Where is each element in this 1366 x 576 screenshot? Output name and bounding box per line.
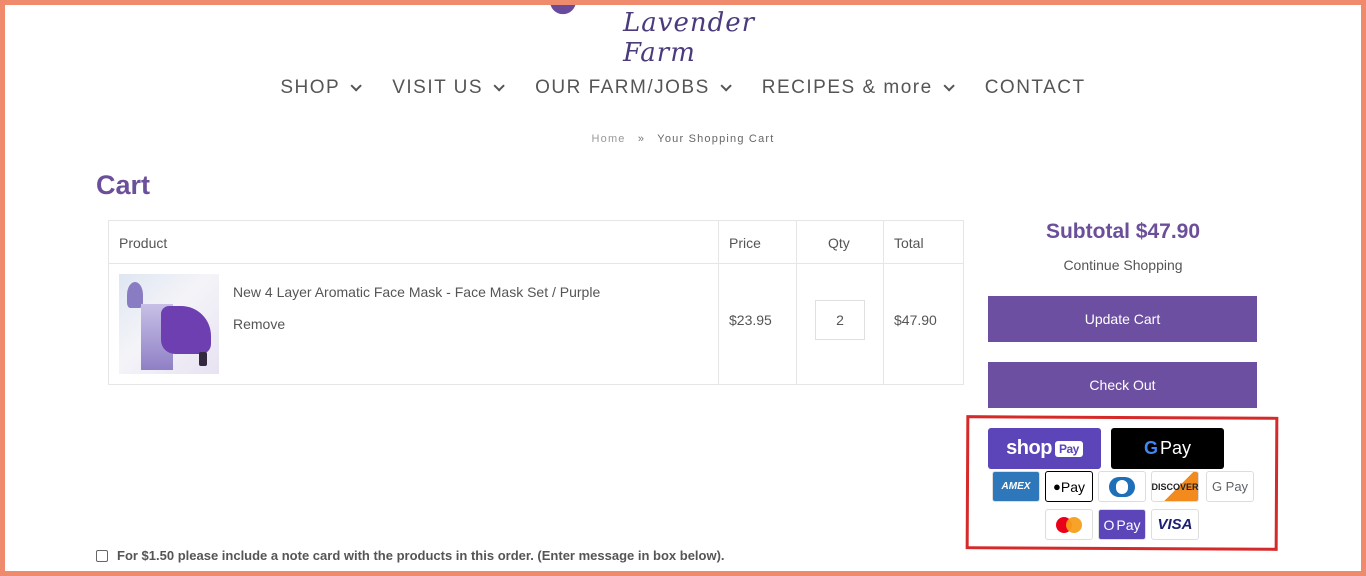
column-divider <box>718 221 719 384</box>
nav-label: SHOP <box>280 77 341 98</box>
continue-shopping-link[interactable]: Continue Shopping <box>988 257 1258 273</box>
product-thumbnail[interactable] <box>119 274 219 374</box>
nav-visit-us[interactable]: VISIT US <box>392 76 505 100</box>
note-card-checkbox[interactable] <box>96 549 108 562</box>
o-pay-word: Pay <box>1116 516 1141 533</box>
header-product: Product <box>119 235 168 251</box>
lavender-leaf-icon <box>548 0 580 18</box>
breadcrumb-current: Your Shopping Cart <box>657 133 775 145</box>
checkout-button[interactable]: Check Out <box>988 362 1257 408</box>
breadcrumb-home-link[interactable]: Home <box>591 133 625 145</box>
chevron-down-icon <box>720 80 732 92</box>
note-card-option: For $1.50 please include a note card wit… <box>96 548 725 563</box>
mask-shape <box>161 306 211 354</box>
visa-icon: VISA <box>1151 509 1199 540</box>
remove-link[interactable]: Remove <box>233 316 285 332</box>
chevron-down-icon <box>350 80 363 92</box>
apple-pay-word: Pay <box>1060 478 1085 495</box>
logo-script: Lavender Farm <box>623 8 756 68</box>
logo-wordmark-top <box>601 0 821 2</box>
quantity-input[interactable]: 2 <box>815 300 865 340</box>
nav-recipes[interactable]: RECIPES & more <box>761 76 955 100</box>
nav-our-farm-jobs[interactable]: OUR FARM/JOBS <box>535 76 732 100</box>
google-pay-button[interactable]: G Pay <box>1111 428 1224 469</box>
chevron-down-icon <box>493 80 505 92</box>
discover-icon: DISCOVER <box>1151 471 1199 502</box>
chevron-down-icon <box>943 80 955 92</box>
subtotal: Subtotal $47.90 <box>1045 220 1201 243</box>
update-cart-button[interactable]: Update Cart <box>988 296 1257 342</box>
main-nav: SHOP VISIT US OUR FARM/JOBS RECIPES & mo… <box>0 76 1366 100</box>
page-title: Cart <box>96 170 151 200</box>
item-total: $47.90 <box>894 312 937 328</box>
nav-label: RECIPES & more <box>761 77 933 98</box>
header-price: Price <box>729 235 761 251</box>
nav-shop[interactable]: SHOP <box>280 76 363 100</box>
google-pay-icon: G Pay <box>1206 471 1254 502</box>
apple-logo-icon: ● <box>1053 479 1061 494</box>
google-g-icon: G <box>1143 438 1158 458</box>
product-name-link[interactable]: New 4 Layer Aromatic Face Mask - Face Ma… <box>233 284 600 300</box>
shop-pay-button[interactable]: shop Pay <box>988 428 1101 469</box>
store-logo[interactable]: Lavender Farm <box>545 0 825 68</box>
shop-pay-word: shop <box>1006 437 1052 459</box>
mastercard-orange-circle <box>1066 516 1082 533</box>
o-pay-icon: O Pay <box>1098 509 1146 540</box>
diners-club-icon <box>1098 471 1146 502</box>
breadcrumb-separator: » <box>637 133 646 145</box>
apple-pay-icon: ● Pay <box>1045 471 1093 502</box>
nav-label: VISIT US <box>392 77 484 98</box>
nav-label: OUR FARM/JOBS <box>535 77 710 98</box>
nav-label: CONTACT <box>984 77 1086 98</box>
note-card-label: For $1.50 please include a note card wit… <box>117 548 725 563</box>
header-total: Total <box>894 235 924 251</box>
shop-pay-tag: Pay <box>1054 440 1083 457</box>
breadcrumb: Home » Your Shopping Cart <box>0 133 1366 145</box>
header-qty: Qty <box>828 235 850 251</box>
cart-table: Product Price Qty Total New 4 Layer Arom… <box>108 220 964 385</box>
o-mark-icon: O <box>1103 516 1115 533</box>
mastercard-icon <box>1045 509 1093 540</box>
bottle-shape <box>199 352 207 366</box>
item-price: $23.95 <box>729 312 772 328</box>
nav-contact[interactable]: CONTACT <box>985 76 1086 100</box>
column-divider <box>796 221 797 384</box>
amex-icon: AMEX <box>992 471 1040 502</box>
google-pay-word: Pay <box>1159 438 1192 458</box>
column-divider <box>883 221 884 384</box>
diners-mark <box>1109 476 1135 497</box>
